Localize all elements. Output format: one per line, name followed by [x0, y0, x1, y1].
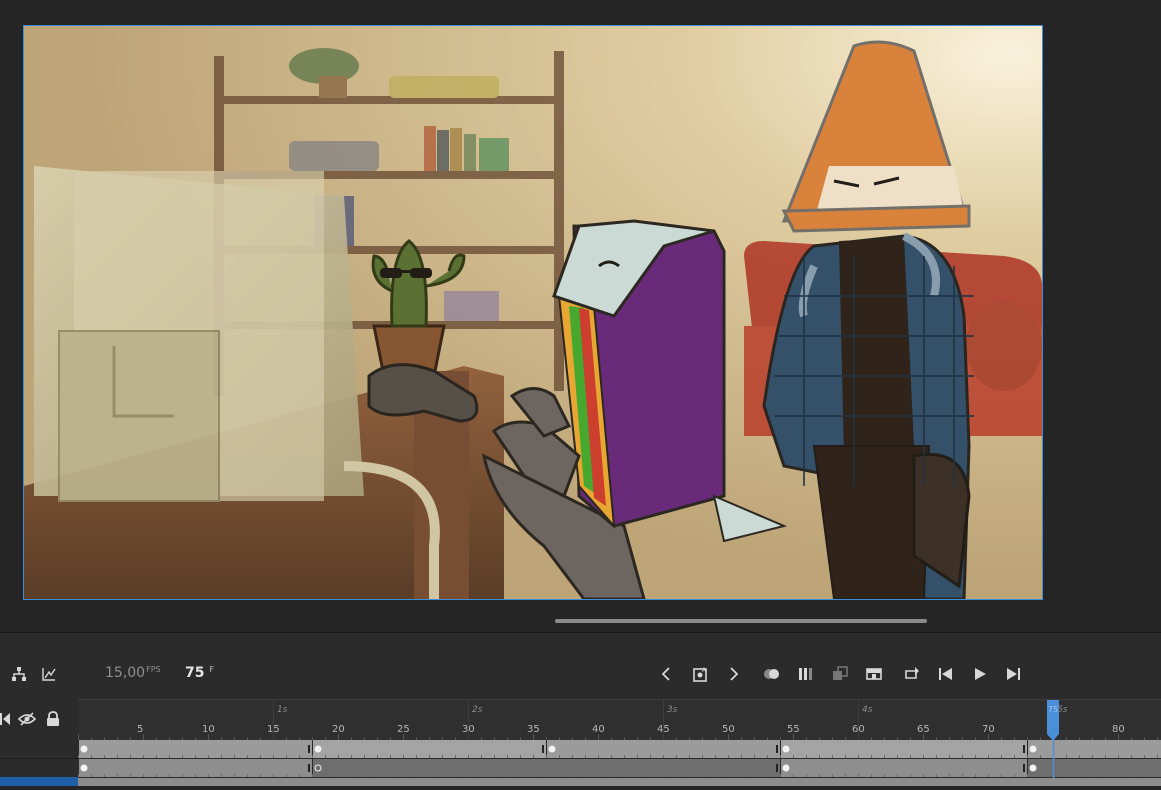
timeline-toolbar: 15,00FPS 75 F A [0, 651, 1161, 699]
keyframe [782, 764, 790, 772]
frame-span [780, 759, 1027, 777]
stage-area [0, 0, 1161, 632]
current-frame-value: 75 [185, 665, 205, 681]
onion-outline-icon[interactable] [795, 663, 817, 685]
seconds-marker: 2s [472, 705, 483, 715]
next-keyframe-icon[interactable] [723, 663, 745, 685]
lock-icon[interactable] [42, 708, 64, 730]
layer-row-2[interactable] [0, 759, 78, 778]
frame-marker: 10 [202, 724, 215, 735]
span-end-marker [1023, 764, 1025, 772]
frame-marker: 50 [722, 724, 735, 735]
frame-ruler[interactable]: 1s2s3s4s5s510152025303540455055606570758… [78, 699, 1161, 741]
seconds-marker: 3s [667, 705, 678, 715]
fps-value: 15,00 [105, 665, 146, 681]
span-end-marker [776, 764, 778, 772]
playhead-label: 75 [1048, 705, 1058, 714]
prev-keyframe-icon[interactable] [655, 663, 677, 685]
frame-unit: F [209, 665, 215, 674]
frame-span [1027, 759, 1161, 777]
frame-marker: 40 [592, 724, 605, 735]
layer-header [0, 699, 78, 740]
insert-keyframe-icon[interactable]: A [690, 663, 712, 685]
keyframe [782, 745, 790, 753]
span-end-marker [308, 764, 310, 772]
span-end-marker [308, 745, 310, 753]
fps-display[interactable]: 15,00FPS [105, 665, 161, 681]
keyframe [80, 764, 88, 772]
graph-icon[interactable] [38, 663, 60, 685]
frame-marker: 15 [267, 724, 280, 735]
frame-marker: 60 [852, 724, 865, 735]
keyframe [314, 745, 322, 753]
current-frame-display[interactable]: 75 F [185, 665, 214, 681]
frame-marker: 65 [917, 724, 930, 735]
span-end-marker [776, 745, 778, 753]
keyframe [80, 745, 88, 753]
audio-icon[interactable] [0, 708, 16, 730]
timeline-panel: 15,00FPS 75 F A 1s 2s 3s 4s 5s 5 10 15 2… [0, 632, 1161, 786]
timeline-tracks-graphics [78, 740, 1161, 786]
frame-ruler-graphics: 1s2s3s4s5s510152025303540455055606570758… [78, 700, 1161, 741]
frame-marker: 35 [527, 724, 540, 735]
frame-marker: 45 [657, 724, 670, 735]
playhead: 75 [1047, 700, 1059, 741]
frame-span [780, 740, 1027, 758]
stage-canvas[interactable] [23, 25, 1043, 600]
frame-marker: 30 [462, 724, 475, 735]
keyframe [1029, 764, 1037, 772]
onion-skin-icon[interactable] [761, 663, 783, 685]
keyframe [548, 745, 556, 753]
frame-span [1027, 740, 1161, 758]
loop-icon[interactable] [901, 663, 923, 685]
frame-marker: 20 [332, 724, 345, 735]
frame-marker: 25 [397, 724, 410, 735]
frame-marker: 5 [137, 724, 143, 735]
step-back-icon[interactable] [935, 663, 957, 685]
visibility-icon[interactable] [16, 708, 38, 730]
seconds-marker: 4s [862, 705, 873, 715]
frame-marker: 80 [1112, 724, 1125, 735]
layer-row-1[interactable] [0, 740, 78, 759]
frame-view-icon[interactable] [863, 663, 885, 685]
play-icon[interactable] [969, 663, 991, 685]
seconds-marker: 1s [277, 705, 288, 715]
stage-scroll-thumb[interactable] [555, 619, 927, 623]
edit-multiple-frames-icon[interactable] [829, 663, 851, 685]
hierarchy-icon[interactable] [8, 663, 30, 685]
frame-marker: 70 [982, 724, 995, 735]
keyframe [1029, 745, 1037, 753]
fps-unit: FPS [146, 665, 161, 674]
scene-illustration [24, 26, 1042, 599]
step-forward-icon[interactable] [1002, 663, 1024, 685]
timeline-tracks[interactable] [78, 740, 1161, 786]
span-end-marker [542, 745, 544, 753]
frame-marker: 55 [787, 724, 800, 735]
span-end-marker [1023, 745, 1025, 753]
